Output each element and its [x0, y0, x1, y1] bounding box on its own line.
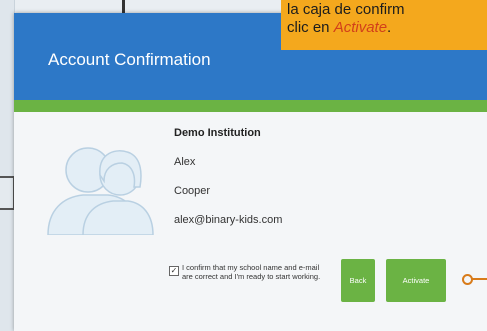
- callout-line-1: la caja de confirm: [287, 1, 405, 18]
- account-confirmation-dialog: Account Confirmation Demo Institution Al…: [14, 13, 487, 331]
- callout-line-2-suffix: .: [387, 19, 392, 36]
- confirm-text: I confirm that my school name and e-mail…: [182, 263, 321, 281]
- background-widget: [0, 176, 15, 210]
- user-pair-icon: [47, 147, 154, 235]
- instruction-callout: la caja de confirm clic en Activate.: [281, 0, 487, 50]
- callout-line-2: clic en Activate.: [287, 19, 487, 37]
- dialog-title: Account Confirmation: [48, 50, 211, 69]
- email-address: alex@binary-kids.com: [174, 214, 283, 226]
- activate-button[interactable]: Activate: [386, 259, 446, 302]
- first-name: Alex: [174, 156, 196, 168]
- callout-emphasis: Activate: [333, 19, 388, 36]
- last-name: Cooper: [174, 185, 211, 197]
- back-button[interactable]: Back: [341, 259, 375, 302]
- background-panel: [0, 0, 15, 331]
- confirm-checkbox[interactable]: ✓: [169, 266, 179, 276]
- institution-name: Demo Institution: [174, 127, 261, 139]
- callout-line-2-prefix: clic en: [287, 19, 334, 36]
- callout-pointer-dot: [462, 274, 473, 285]
- header-accent-bar: [14, 100, 487, 112]
